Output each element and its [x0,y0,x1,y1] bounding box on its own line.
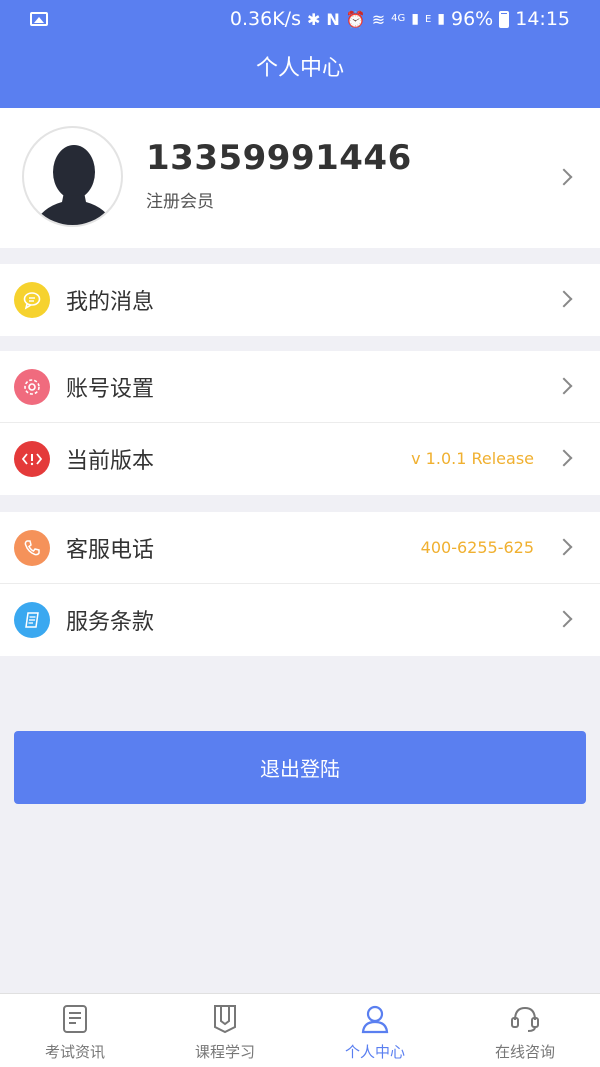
chevron-right-icon [555,538,573,556]
nfc-icon: N [326,9,340,29]
version-value: v 1.0.1 Release [411,449,534,468]
tab-personal-center[interactable]: 个人中心 [300,994,450,1067]
tab-label: 在线咨询 [494,1043,555,1061]
chevron-right-icon [555,610,573,628]
menu-item-service-phone[interactable]: 客服电话 400-6255-625 [0,512,600,584]
network-speed: 0.36K/s [229,8,301,30]
menu-item-version[interactable]: 当前版本 v 1.0.1 Release [0,423,600,495]
bottom-tab-bar: 考试资讯 课程学习 个人中心 在线咨询 [0,993,600,1067]
gallery-notification-icon [30,12,48,26]
logout-button[interactable]: 退出登陆 [14,731,586,804]
menu-label-account-settings: 账号设置 [66,377,155,402]
tab-label: 个人中心 [344,1043,405,1061]
signal-icon-2: ▮ [437,11,445,27]
tab-label: 考试资讯 [44,1043,105,1061]
member-type: 注册会员 [146,192,214,212]
user-phone: 13359991446 [146,138,412,178]
menu-label-terms: 服务条款 [66,610,155,635]
menu-group-messages: 我的消息 [0,264,600,336]
gear-icon [14,369,50,405]
default-avatar-icon [33,145,115,225]
news-icon [63,1005,87,1033]
menu-label-version: 当前版本 [66,449,155,474]
alarm-icon: ⏰ [345,9,366,29]
network-4g-label: 4G [391,13,406,24]
chat-icon [14,282,50,318]
chevron-right-icon [555,168,573,186]
menu-label-service-phone: 客服电话 [66,538,155,563]
menu-group-settings: 账号设置 当前版本 v 1.0.1 Release [0,351,600,495]
menu-item-messages[interactable]: 我的消息 [0,264,600,336]
code-icon [14,441,50,477]
tab-online-consult[interactable]: 在线咨询 [450,994,600,1067]
service-phone-value: 400-6255-625 [420,538,534,557]
page-title: 个人中心 [255,56,344,81]
document-icon [14,602,50,638]
avatar[interactable] [22,126,123,227]
battery-icon [499,10,510,28]
tab-exam-news[interactable]: 考试资讯 [0,994,150,1067]
signal-icon: ▮ [411,11,419,27]
menu-item-account-settings[interactable]: 账号设置 [0,351,600,423]
tab-label: 课程学习 [194,1043,255,1061]
menu-label-messages: 我的消息 [66,290,155,315]
chevron-right-icon [555,290,573,308]
chevron-right-icon [555,377,573,395]
header: 0.36K/s ✱ N ⏰ ≋ 4G ▮ E ▮ 96% 14:15 个人中心 [0,0,600,108]
status-bar: 0.36K/s ✱ N ⏰ ≋ 4G ▮ E ▮ 96% 14:15 [0,0,600,38]
chevron-right-icon [555,449,573,467]
wifi-icon: ≋ [371,9,386,29]
profile-card[interactable]: 13359991446 注册会员 [0,108,600,248]
status-icons: ✱ N ⏰ ≋ 4G ▮ E ▮ [307,10,445,29]
network-e-label: E [424,13,432,25]
menu-group-support: 客服电话 400-6255-625 服务条款 [0,512,600,656]
phone-icon [14,530,50,566]
book-icon [214,1005,236,1034]
clock: 14:15 [515,8,570,30]
headset-icon [511,1006,539,1032]
battery-level: 96% [451,8,494,30]
tab-course-study[interactable]: 课程学习 [150,994,300,1067]
user-icon [361,1005,389,1034]
bluetooth-icon: ✱ [306,9,321,29]
menu-item-terms[interactable]: 服务条款 [0,584,600,656]
